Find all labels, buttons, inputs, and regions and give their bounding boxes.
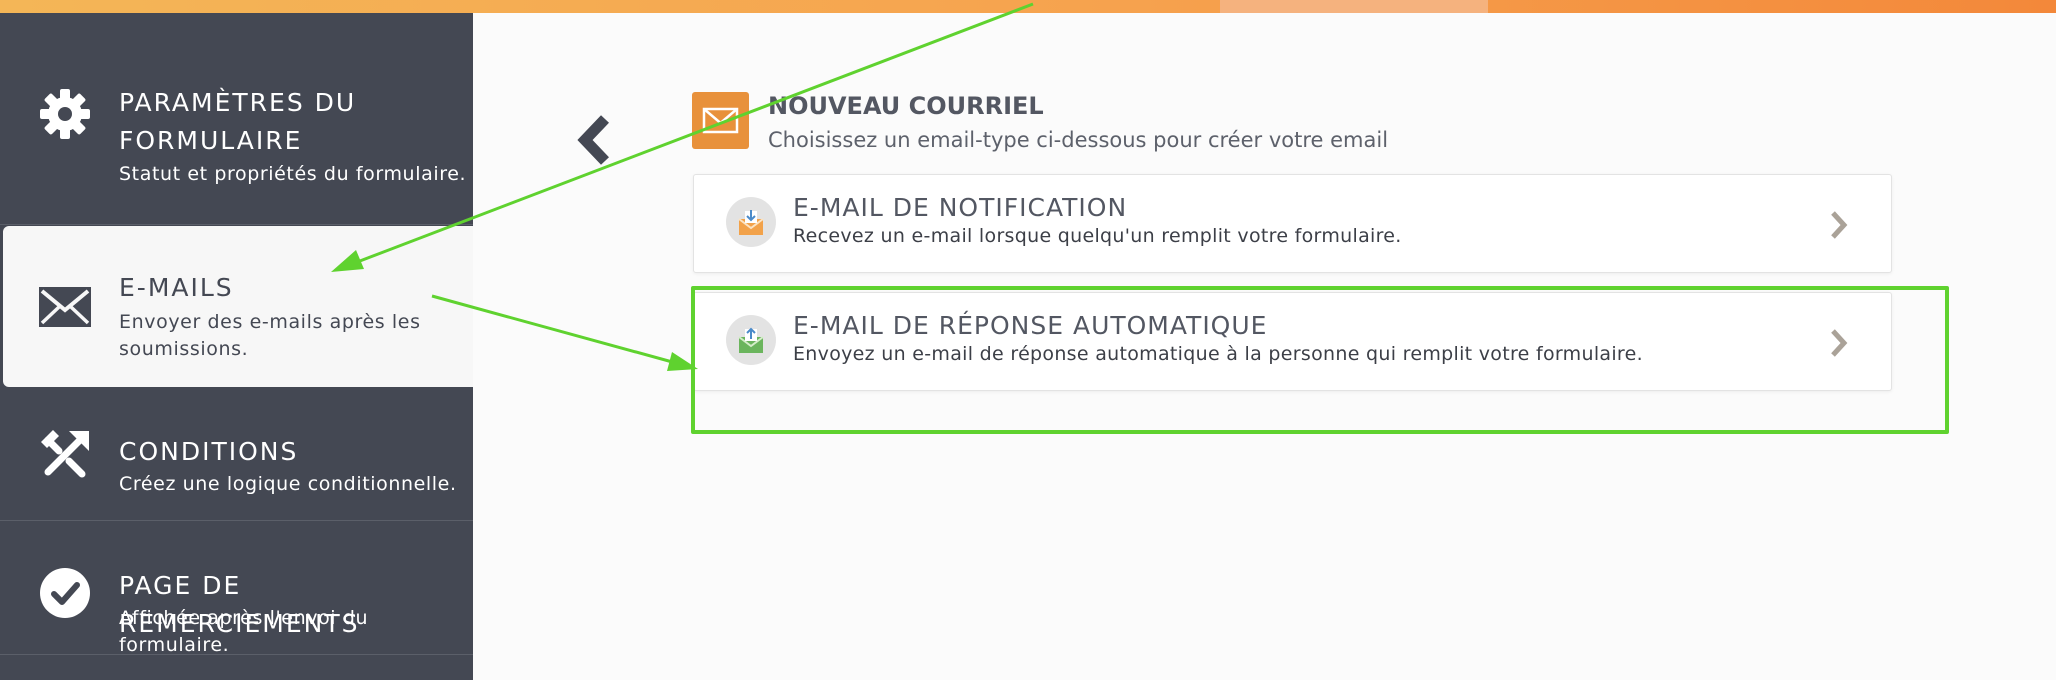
sidebar-item-title: PARAMÈTRES DU xyxy=(119,88,357,117)
back-chevron-icon[interactable] xyxy=(572,114,622,166)
top-bar-segment xyxy=(1220,0,1488,13)
gear-icon xyxy=(38,87,92,141)
sidebar-item-form-settings[interactable]: PARAMÈTRES DU FORMULAIRE Statut et propr… xyxy=(0,13,473,225)
notification-envelope-icon xyxy=(726,197,776,247)
sidebar-item-title-continued: FORMULAIRE xyxy=(119,126,303,155)
conditions-icon xyxy=(38,427,92,481)
envelope-icon xyxy=(38,280,92,334)
sidebar-item-emails[interactable]: E-MAILS Envoyer des e-mails après les so… xyxy=(3,226,473,387)
envelope-icon xyxy=(692,92,749,149)
sidebar-item-description-continued: soumissions. xyxy=(119,338,249,360)
page-title: NOUVEAU COURRIEL xyxy=(768,92,1044,120)
sidebar-item-description: Affichée après l'envoi du formulaire. xyxy=(119,607,369,656)
sidebar-item-conditions[interactable]: CONDITIONS Créez une logique conditionne… xyxy=(0,387,473,521)
card-description: Recevez un e-mail lorsque quelqu'un remp… xyxy=(793,225,1402,247)
top-accent-bar xyxy=(0,0,2056,13)
page-subtitle: Choisissez un email-type ci-dessous pour… xyxy=(768,128,1389,152)
check-circle-icon xyxy=(38,566,92,620)
chevron-right-icon xyxy=(1829,210,1849,240)
sidebar-item-description: Créez une logique conditionnelle. xyxy=(119,473,457,495)
sidebar-item-title: E-MAILS xyxy=(119,273,234,302)
notification-email-card[interactable]: E-MAIL DE NOTIFICATION Recevez un e-mail… xyxy=(693,174,1892,273)
sidebar-item-description: Envoyer des e-mails après les xyxy=(119,311,421,333)
card-title: E-MAIL DE NOTIFICATION xyxy=(793,193,1128,222)
sidebar-item-thank-you-page[interactable]: PAGE DE REMERCIEMENTS Affichée après l'e… xyxy=(0,521,473,656)
sidebar-item-title: CONDITIONS xyxy=(119,437,299,466)
annotation-highlight-box xyxy=(691,286,1949,434)
sidebar-item-description: Statut et propriétés du formulaire. xyxy=(119,163,467,185)
sidebar: PARAMÈTRES DU FORMULAIRE Statut et propr… xyxy=(0,13,473,680)
